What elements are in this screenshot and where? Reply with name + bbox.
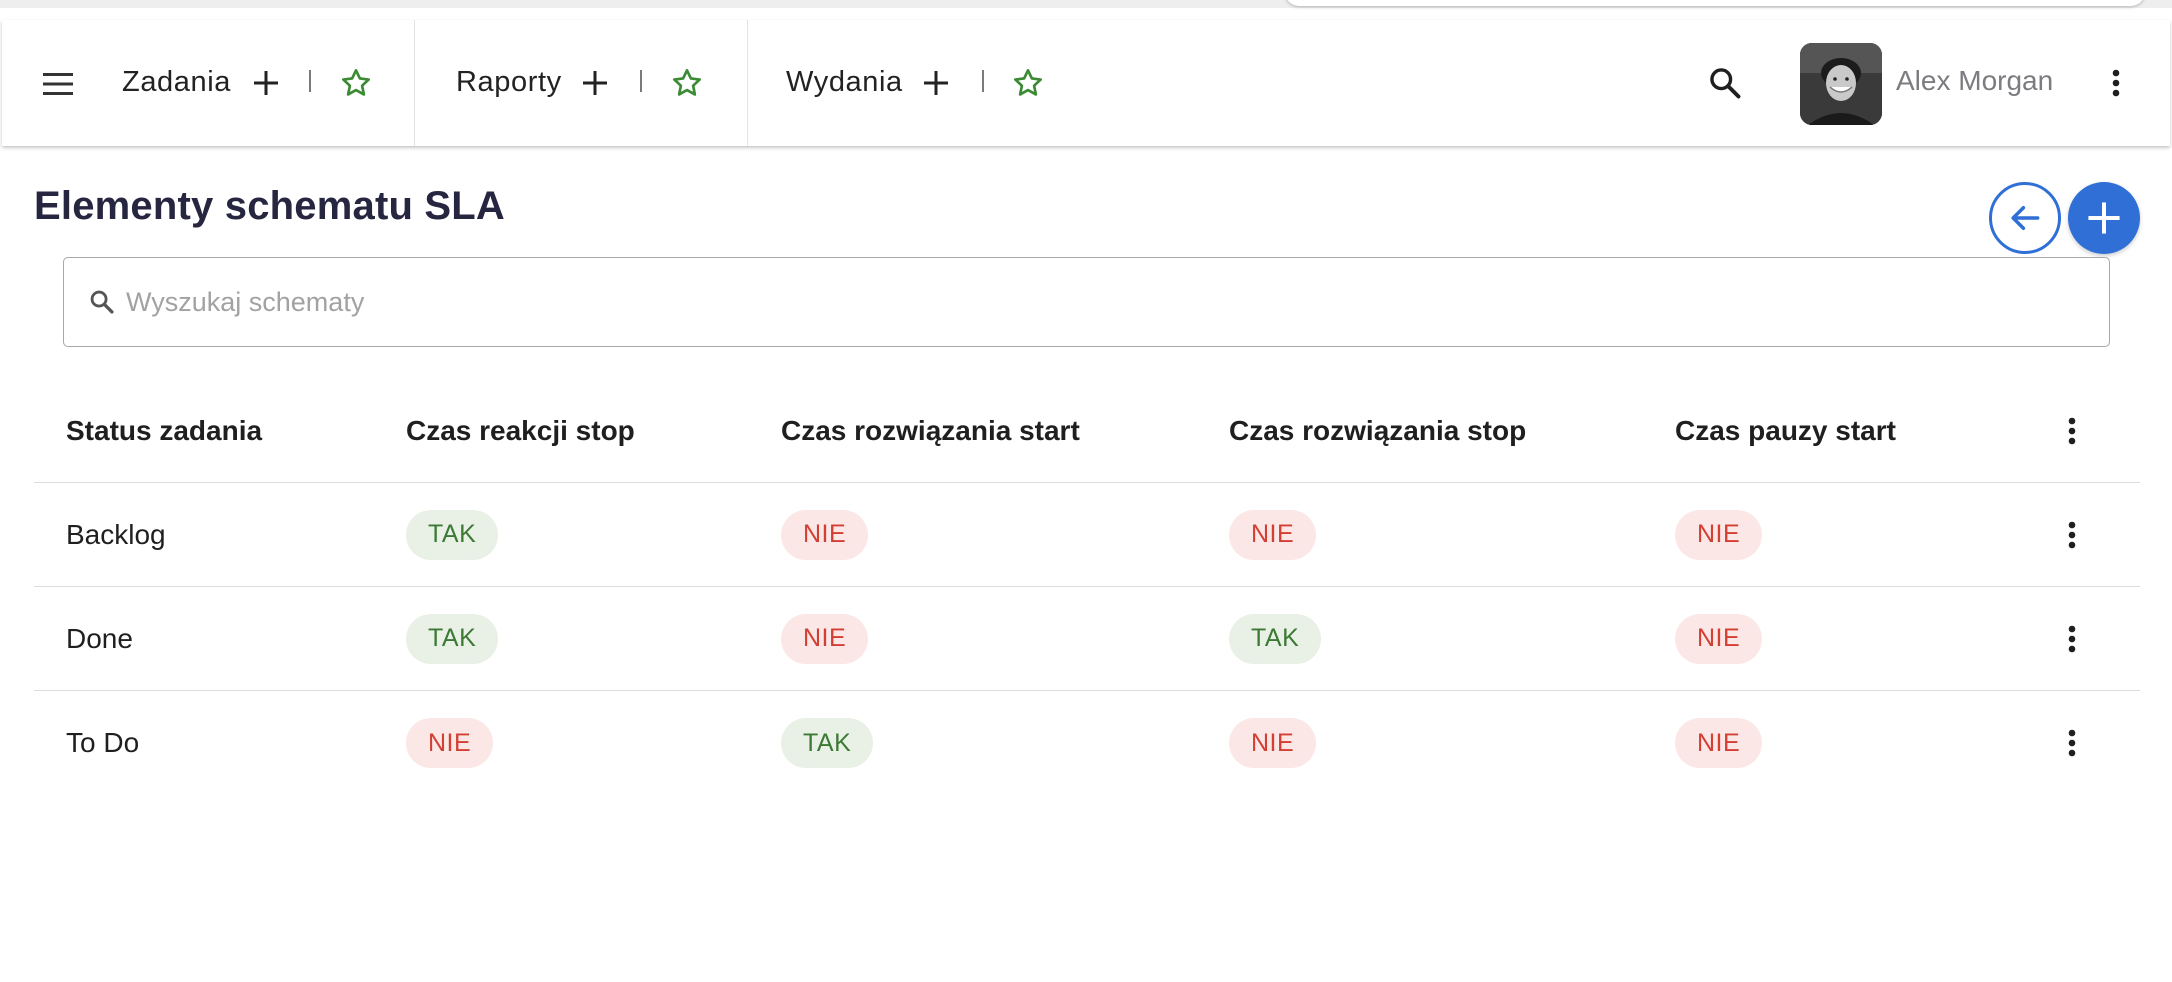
sla-elements-table: Status zadania Czas reakcji stop Czas ro…	[34, 380, 2140, 795]
avatar[interactable]	[1800, 43, 1882, 125]
nav-group-releases: Wydania	[749, 20, 1069, 146]
table-row[interactable]: Done TAK NIE TAK NIE	[34, 587, 2140, 691]
column-header-resolution-stop[interactable]: Czas rozwiązania stop	[1229, 380, 1526, 482]
column-header-pause-start[interactable]: Czas pauzy start	[1675, 380, 1896, 482]
nav-divider	[309, 70, 311, 92]
nav-tab-tasks[interactable]: Zadania	[122, 66, 231, 99]
browser-top-strip	[0, 0, 2172, 8]
back-button[interactable]	[1989, 182, 2061, 254]
more-vertical-icon	[2068, 625, 2076, 652]
app-more-button[interactable]	[2096, 60, 2136, 106]
app-bar: Zadania Raporty Wydania Alex Morgan	[2, 20, 2170, 146]
user-name[interactable]: Alex Morgan	[1896, 65, 2053, 97]
table-row[interactable]: To Do NIE TAK NIE NIE	[34, 691, 2140, 795]
app-page: Zadania Raporty Wydania Alex Morgan Elem…	[0, 0, 2172, 982]
add-release-button[interactable]	[919, 66, 953, 100]
nav-group-reports: Raporty	[416, 20, 748, 146]
resolution-start-chip: NIE	[781, 509, 869, 560]
status-cell: To Do	[66, 727, 140, 758]
resolution-start-chip: TAK	[781, 718, 874, 768]
plus-icon	[2088, 202, 2120, 234]
pause-start-chip: NIE	[1675, 613, 1763, 664]
menu-icon	[43, 73, 73, 95]
resolution-stop-chip: TAK	[1229, 613, 1322, 664]
row-options-button[interactable]	[2052, 483, 2092, 586]
global-search-button[interactable]	[1702, 60, 1748, 106]
nav-group-tasks: Zadania	[2, 20, 415, 146]
resolution-stop-chip: NIE	[1229, 509, 1317, 560]
add-element-button[interactable]	[2068, 182, 2140, 254]
nav-tab-reports[interactable]: Raporty	[456, 66, 562, 99]
arrow-left-icon	[2011, 205, 2040, 231]
column-header-status[interactable]: Status zadania	[66, 380, 262, 482]
status-cell: Done	[66, 622, 133, 654]
favorite-reports-button[interactable]	[669, 65, 705, 101]
more-vertical-icon	[2068, 417, 2076, 445]
add-report-button[interactable]	[578, 66, 612, 100]
search-input[interactable]	[126, 280, 2026, 324]
search-icon	[1710, 68, 1741, 99]
star-outline-icon	[673, 69, 701, 96]
pause-start-chip: NIE	[1675, 718, 1763, 768]
plus-icon	[583, 71, 607, 95]
page-title: Elementy schematu SLA	[34, 184, 506, 228]
response-stop-chip: TAK	[406, 509, 499, 560]
star-outline-icon	[1014, 69, 1042, 96]
favorite-releases-button[interactable]	[1010, 65, 1046, 101]
add-task-button[interactable]	[249, 66, 283, 100]
nav-divider	[982, 70, 984, 92]
table-header-row: Status zadania Czas reakcji stop Czas ro…	[34, 380, 2140, 483]
favorite-tasks-button[interactable]	[338, 65, 374, 101]
more-vertical-icon	[2068, 729, 2076, 757]
user-photo	[1800, 43, 1882, 125]
nav-divider	[640, 70, 642, 92]
resolution-stop-chip: NIE	[1229, 718, 1317, 768]
plus-icon	[254, 71, 278, 95]
more-vertical-icon	[2112, 69, 2120, 97]
status-cell: Backlog	[66, 518, 166, 550]
star-outline-icon	[342, 69, 370, 96]
response-stop-chip: NIE	[406, 718, 494, 768]
browser-tab-pill	[1285, 0, 2145, 6]
resolution-start-chip: NIE	[781, 613, 869, 664]
search-icon	[90, 290, 114, 314]
row-options-button[interactable]	[2052, 691, 2092, 795]
column-header-resolution-start[interactable]: Czas rozwiązania start	[781, 380, 1080, 482]
column-header-response-stop[interactable]: Czas reakcji stop	[406, 380, 635, 482]
menu-button[interactable]	[36, 62, 80, 106]
row-options-button[interactable]	[2052, 587, 2092, 690]
table-row[interactable]: Backlog TAK NIE NIE NIE	[34, 483, 2140, 587]
response-stop-chip: TAK	[406, 613, 499, 664]
pause-start-chip: NIE	[1675, 509, 1763, 560]
column-options-button[interactable]	[2052, 380, 2092, 482]
nav-tab-releases[interactable]: Wydania	[786, 66, 903, 99]
schema-search-field[interactable]	[63, 257, 2110, 347]
more-vertical-icon	[2068, 521, 2076, 548]
plus-icon	[924, 71, 948, 95]
